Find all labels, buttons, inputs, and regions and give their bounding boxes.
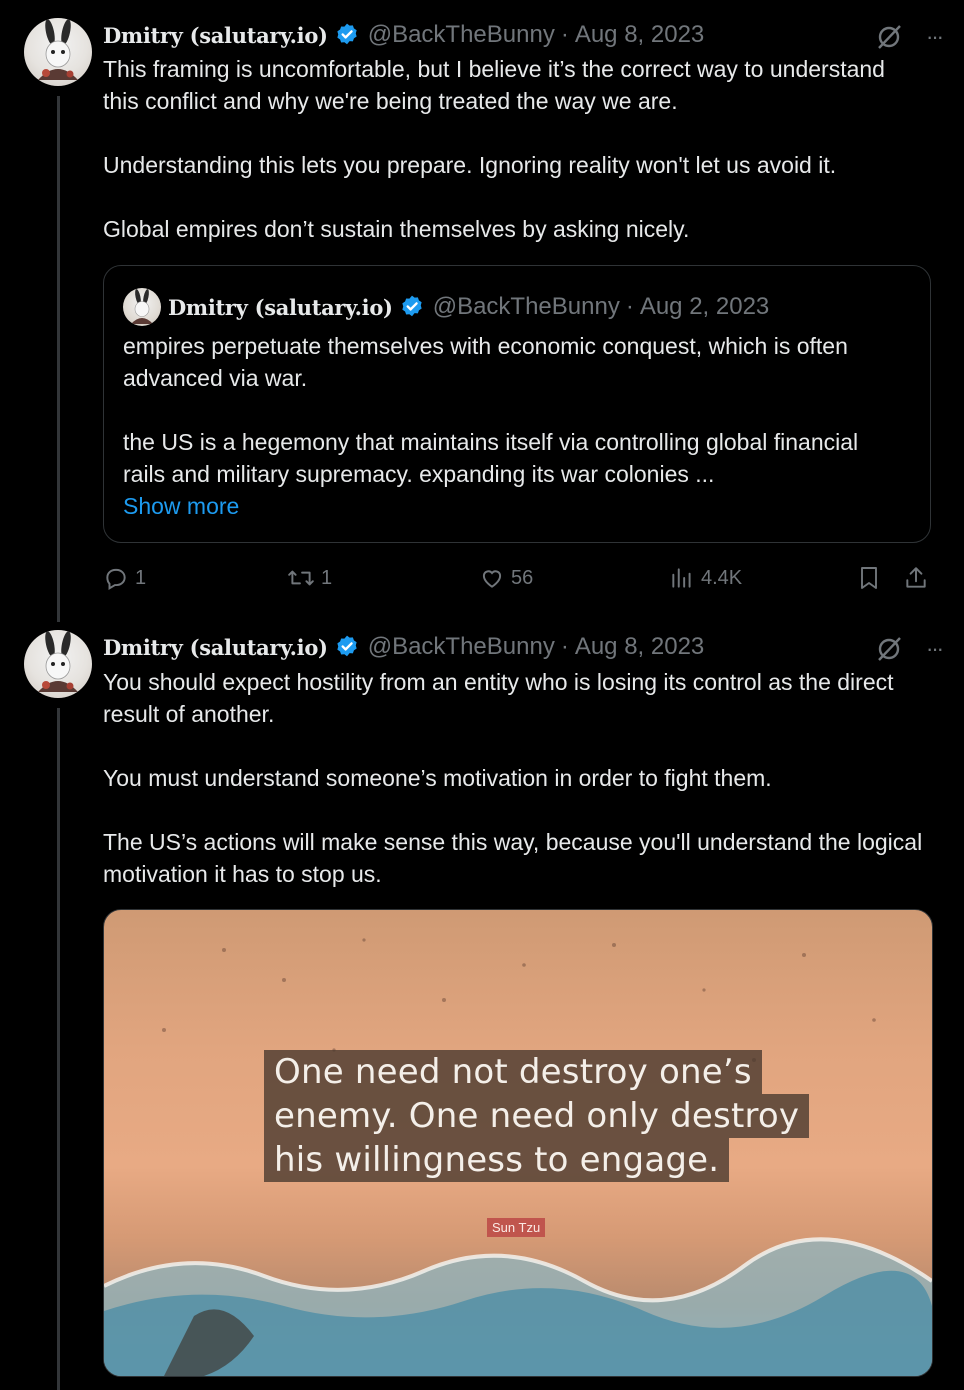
tweet-paragraph: This framing is uncomfortable, but I bel… xyxy=(103,56,885,114)
thread-line xyxy=(57,708,60,1390)
grok-icon[interactable] xyxy=(874,22,904,52)
views-button[interactable]: 4.4K xyxy=(669,562,742,594)
quote-line: enemy. One need only destroy xyxy=(264,1094,810,1138)
reply-button[interactable]: 1 xyxy=(103,562,146,594)
surf-waves xyxy=(104,1237,932,1376)
quote-line: One need not destroy one’s xyxy=(264,1050,762,1094)
author-name[interactable]: Dmitry (salutary.io) xyxy=(103,23,328,48)
quoted-tweet[interactable]: Dmitry (salutary.io) @BackTheBunny · Aug… xyxy=(103,265,931,543)
separator-dot: · xyxy=(560,633,569,660)
avatar[interactable] xyxy=(24,18,92,86)
grok-icon[interactable] xyxy=(874,634,904,664)
views-chart-icon xyxy=(672,568,691,588)
tweet-date[interactable]: Aug 8, 2023 xyxy=(575,633,704,661)
quoted-author-handle: @BackTheBunny xyxy=(432,293,620,320)
heart-icon xyxy=(482,570,502,588)
quoted-paragraph: the US is a hegemony that maintains itse… xyxy=(123,429,859,487)
quoted-author-name: Dmitry (salutary.io) xyxy=(168,294,393,320)
quote-overlay: One need not destroy one’s enemy. One ne… xyxy=(264,1050,810,1182)
avatar[interactable] xyxy=(24,630,92,698)
quoted-avatar xyxy=(123,288,161,326)
tweet-paragraph: You must understand someone’s motivation… xyxy=(103,765,772,791)
bookmark-icon xyxy=(861,567,877,589)
tweet-text: This framing is uncomfortable, but I bel… xyxy=(103,53,923,245)
tweet-paragraph: Understanding this lets you prepare. Ign… xyxy=(103,152,837,178)
views-count: 4.4K xyxy=(701,566,743,589)
repost-button[interactable]: 1 xyxy=(287,562,332,594)
quoted-text: empires perpetuate themselves with econo… xyxy=(123,330,903,522)
more-options-icon[interactable]: ··· xyxy=(926,24,944,50)
more-options-icon[interactable]: ··· xyxy=(926,636,944,662)
bunny-avatar-icon xyxy=(38,19,78,80)
tweet-paragraph: The US’s actions will make sense this wa… xyxy=(103,829,923,887)
tweet-paragraph: Global empires don’t sustain themselves … xyxy=(103,216,690,242)
repost-count: 1 xyxy=(321,566,333,589)
bunny-avatar-icon xyxy=(131,289,153,324)
tweet-paragraph: You should expect hostility from an enti… xyxy=(103,669,894,727)
quoted-header: Dmitry (salutary.io) @BackTheBunny · Aug… xyxy=(123,288,769,326)
tweet-date[interactable]: Aug 8, 2023 xyxy=(575,21,704,49)
author-name[interactable]: Dmitry (salutary.io) xyxy=(103,635,328,660)
share-button[interactable] xyxy=(903,562,929,594)
tweet-text: You should expect hostility from an enti… xyxy=(103,666,923,890)
tweet-top-icons: ··· xyxy=(874,634,944,664)
repost-icon xyxy=(288,570,314,586)
author-handle[interactable]: @BackTheBunny xyxy=(368,21,555,49)
quoted-date: Aug 2, 2023 xyxy=(639,293,770,320)
thread-line xyxy=(57,96,60,622)
tweet-header: Dmitry (salutary.io) @BackTheBunny · Aug… xyxy=(103,20,704,50)
tweet-actions: 1 1 56 4.4K xyxy=(103,562,933,594)
like-button[interactable]: 56 xyxy=(479,562,533,594)
verified-badge-icon xyxy=(337,635,357,657)
bunny-avatar-icon xyxy=(38,631,78,692)
reply-icon xyxy=(106,568,126,591)
verified-badge-icon xyxy=(402,295,422,317)
tweet-top-icons: ··· xyxy=(874,22,944,52)
quoted-paragraph: empires perpetuate themselves with econo… xyxy=(123,333,848,391)
quote-line: his willingness to engage. xyxy=(264,1138,730,1182)
author-handle[interactable]: @BackTheBunny xyxy=(368,633,555,661)
show-more-link[interactable]: Show more xyxy=(123,490,903,522)
separator-dot: · xyxy=(560,21,569,48)
tweet-header: Dmitry (salutary.io) @BackTheBunny · Aug… xyxy=(103,632,704,662)
reply-count: 1 xyxy=(135,566,147,589)
share-icon xyxy=(906,567,926,588)
separator-dot: · xyxy=(625,293,634,320)
verified-badge-icon xyxy=(337,23,357,45)
bookmark-button[interactable] xyxy=(857,562,881,594)
like-count: 56 xyxy=(511,566,534,589)
tweet-image[interactable]: One need not destroy one’s enemy. One ne… xyxy=(103,909,933,1377)
